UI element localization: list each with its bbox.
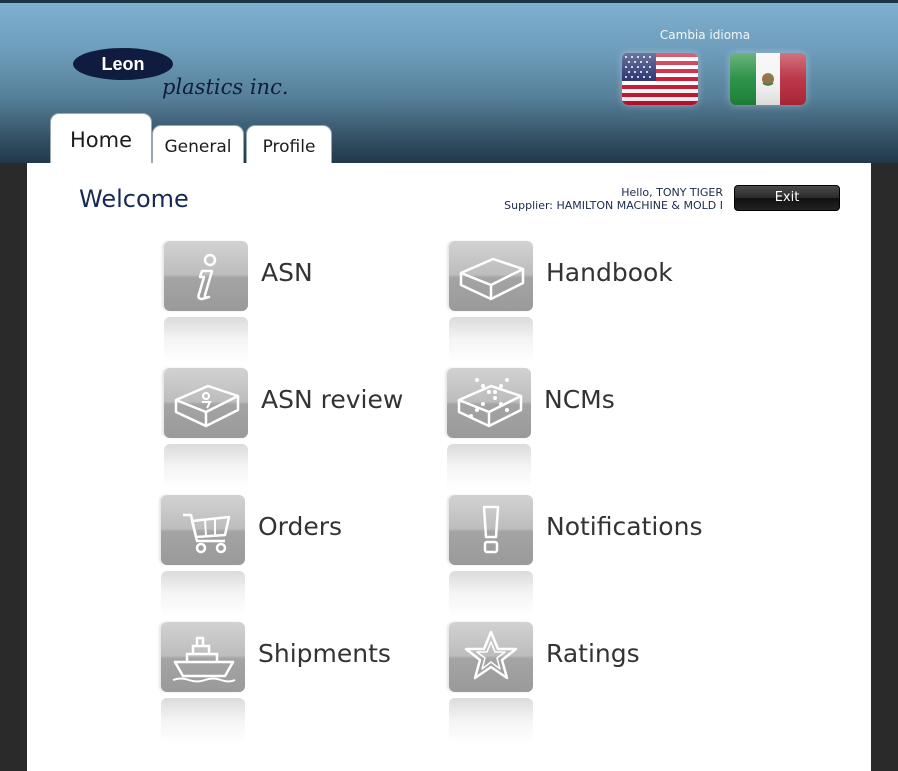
box-review-icon	[164, 368, 248, 438]
supplier-text: Supplier: HAMILTON MACHINE & MOLD I	[504, 199, 723, 212]
ship-icon	[161, 622, 245, 692]
user-info: Hello, TONY TIGER Supplier: HAMILTON MAC…	[504, 186, 723, 212]
menu-label: Handbook	[546, 258, 673, 287]
menu-label: Notifications	[546, 512, 703, 541]
tile-reflection	[161, 698, 245, 744]
box-cross-icon	[447, 368, 531, 438]
main-panel: Welcome Hello, TONY TIGER Supplier: HAMI…	[27, 163, 871, 771]
header: Leon plastics inc. Cambia idioma Home Ge…	[0, 0, 898, 166]
tab-home[interactable]: Home	[50, 113, 152, 166]
mexico-flag-icon[interactable]	[730, 53, 806, 105]
tab-general[interactable]: General	[152, 125, 244, 166]
menu-label: NCMs	[544, 385, 615, 414]
tile-reflection	[449, 571, 533, 617]
greeting-text: Hello, TONY TIGER	[621, 186, 723, 199]
exclamation-icon	[449, 495, 533, 565]
info-icon	[164, 241, 248, 311]
tile-reflection	[164, 444, 248, 490]
tab-profile[interactable]: Profile	[246, 125, 332, 166]
menu-label: ASN review	[261, 385, 404, 414]
tile-reflection	[447, 444, 531, 490]
leon-plastics-logo: Leon plastics inc.	[73, 48, 289, 99]
us-flag-icon[interactable]	[622, 53, 698, 105]
exit-button[interactable]: Exit	[734, 185, 840, 211]
box-icon	[449, 241, 533, 311]
menu-label: Shipments	[258, 639, 391, 668]
tile-reflection	[164, 317, 248, 363]
menu-label: Orders	[258, 512, 343, 541]
logo-text-bottom: plastics inc.	[162, 75, 289, 99]
page-title: Welcome	[79, 185, 189, 213]
logo-text-top: Leon	[102, 54, 145, 74]
menu-label: Ratings	[546, 639, 640, 668]
menu-label: ASN	[261, 258, 313, 287]
tile-reflection	[161, 571, 245, 617]
language-label: Cambia idioma	[659, 28, 751, 42]
star-icon	[449, 622, 533, 692]
tile-reflection	[449, 698, 533, 744]
cart-icon	[161, 495, 245, 565]
tile-reflection	[449, 317, 533, 363]
